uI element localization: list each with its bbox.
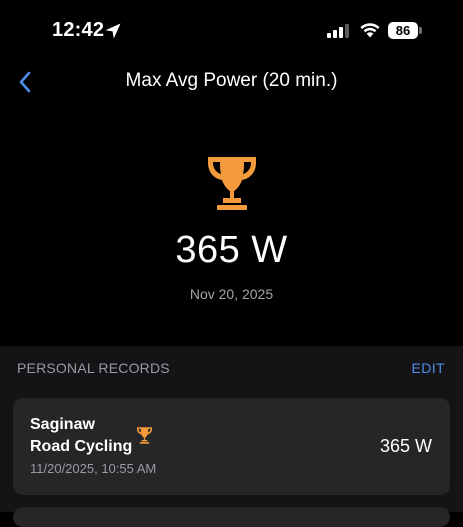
record-row-partial[interactable] [13,507,450,527]
section-header: PERSONAL RECORDS [17,360,170,376]
record-date: Nov 20, 2025 [189,286,274,302]
nav-bar: Max Avg Power (20 min.) [0,60,463,104]
status-bar: 12:42 86 [0,0,463,60]
activity-value: 365 W [379,436,432,456]
record-value: 365 W [175,229,288,271]
location-arrow-icon [105,23,121,39]
battery-level: 86 [395,23,411,38]
trophy-icon [137,427,152,444]
record-row[interactable]: Saginaw Road Cycling 11/20/2025, 10:55 A… [13,398,450,495]
battery-cap [419,27,422,34]
wifi-icon [360,23,380,38]
trophy-icon [208,157,256,210]
edit-button[interactable]: EDIT [412,360,446,376]
activity-type: Road Cycling [30,438,133,455]
page-title: Max Avg Power (20 min.) [125,70,338,91]
battery-icon: 86 [388,22,418,39]
activity-datetime: 11/20/2025, 10:55 AM [30,461,157,476]
status-time: 12:42 [52,19,105,41]
activity-location: Saginaw [30,416,95,433]
activity-name: Saginaw Road Cycling [30,414,132,458]
cellular-signal-icon [327,24,349,38]
